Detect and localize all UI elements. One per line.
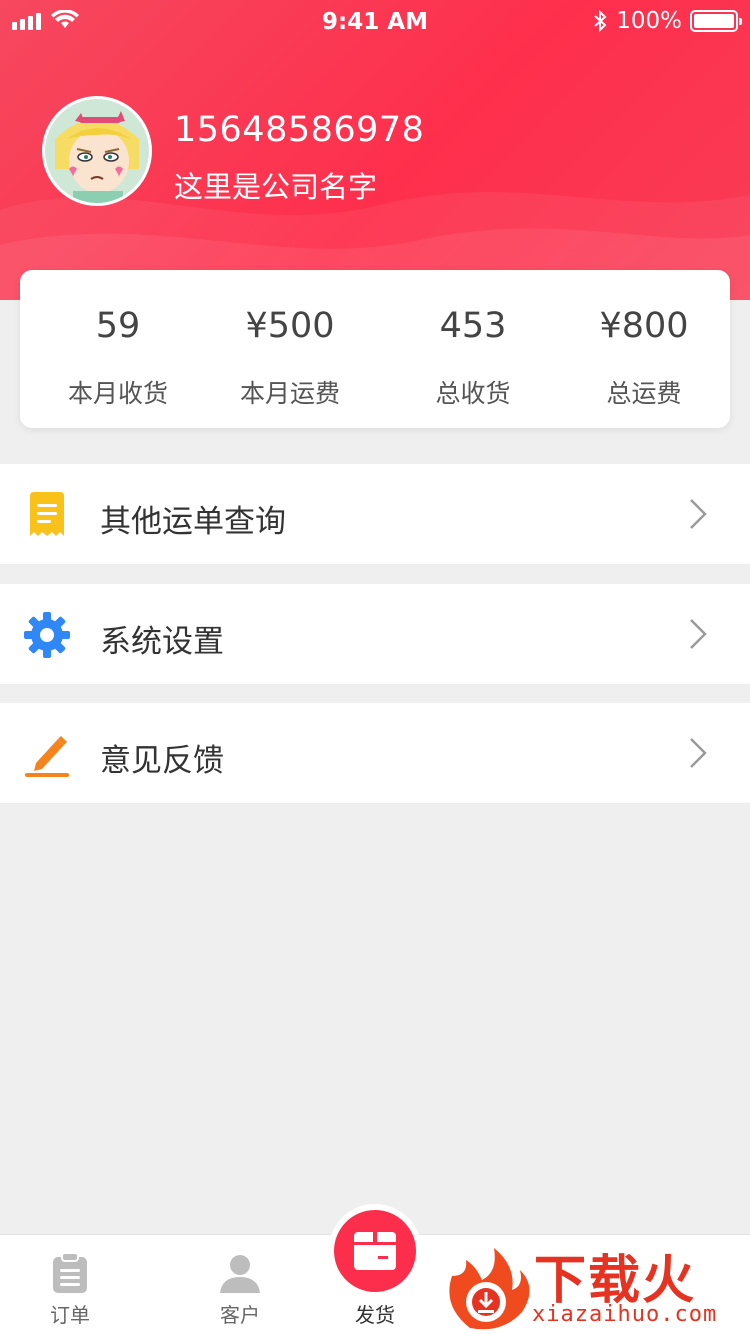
tab-label: 发货 [355, 1303, 395, 1327]
stat-label: 总运费 [606, 379, 682, 408]
chevron-right-icon [690, 738, 707, 768]
stats-card: 59 本月收货 ¥500 本月运费 453 总收货 ¥800 总运费 [20, 270, 730, 428]
avatar-image [45, 99, 149, 203]
menu-label: 意见反馈 [100, 743, 224, 779]
status-bar: 9:41 AM 100% [0, 0, 750, 44]
stat-label: 本月收货 [67, 379, 168, 408]
user-icon [220, 1255, 260, 1293]
menu-label: 系统设置 [100, 624, 224, 660]
battery-percent: 100% [616, 8, 682, 34]
tab-customers[interactable]: 客户 [170, 1235, 310, 1334]
watermark-url: xiazaihuo.com [532, 1302, 718, 1327]
ship-button[interactable] [328, 1204, 422, 1298]
chevron-right-icon [690, 619, 707, 649]
gear-icon [24, 612, 70, 658]
menu-item-system-settings[interactable]: 系统设置 [0, 584, 750, 684]
stat-value: 453 [439, 306, 507, 346]
clipboard-icon [53, 1252, 87, 1293]
box-icon [354, 1232, 396, 1270]
tab-orders[interactable]: 订单 [0, 1235, 140, 1334]
chevron-right-icon [690, 499, 707, 529]
company-name: 这里是公司名字 [174, 170, 378, 204]
bluetooth-icon [594, 9, 607, 33]
tab-label: 客户 [220, 1303, 260, 1327]
menu-label: 其他运单查询 [100, 504, 286, 540]
stat-label: 本月运费 [239, 379, 340, 408]
stat-value: 59 [95, 306, 141, 346]
menu-item-waybill-query[interactable]: 其他运单查询 [0, 464, 750, 564]
receipt-icon [30, 492, 64, 536]
stat-label: 总收货 [435, 379, 511, 408]
stat-value: ¥800 [599, 306, 689, 346]
user-phone: 15648586978 [174, 110, 425, 150]
avatar[interactable] [42, 96, 152, 206]
watermark: 下载火 xiazaihuo.com [442, 1236, 750, 1334]
stat-value: ¥500 [245, 306, 335, 346]
battery-icon [690, 10, 742, 32]
tab-label: 订单 [50, 1303, 90, 1327]
menu-item-feedback[interactable]: 意见反馈 [0, 703, 750, 803]
pencil-icon [25, 736, 69, 777]
flame-logo-icon [449, 1248, 530, 1330]
